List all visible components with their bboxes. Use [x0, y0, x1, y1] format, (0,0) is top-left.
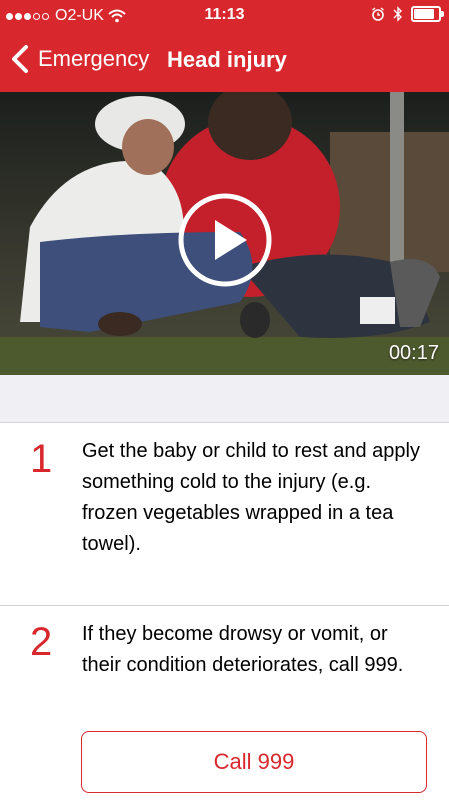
alarm-icon — [372, 7, 384, 21]
step-text: If they become drowsy or vomit, or their… — [82, 623, 404, 676]
navigation-bar: Emergency Head injury — [0, 30, 449, 92]
step-number: 1 — [30, 437, 53, 481]
step-1: 1 Get the baby or child to rest and appl… — [0, 423, 449, 605]
section-separator — [0, 375, 449, 423]
page-title: Head injury — [167, 47, 287, 72]
play-icon[interactable] — [177, 192, 273, 288]
back-button[interactable]: Emergency — [10, 44, 149, 74]
video-player[interactable]: 00:17 — [0, 92, 449, 375]
video-duration: 00:17 — [388, 342, 439, 364]
call-999-button[interactable]: Call 999 — [81, 731, 427, 793]
bluetooth-icon — [393, 6, 402, 22]
status-bar: O2-UK 11:13 — [0, 0, 449, 30]
step-text: Get the baby or child to rest and apply … — [82, 440, 420, 555]
chevron-left-icon — [12, 45, 28, 73]
step-number: 2 — [30, 620, 53, 664]
back-button-label: Emergency — [38, 46, 150, 71]
step-2: 2 If they become drowsy or vomit, or the… — [0, 606, 449, 726]
header: O2-UK 11:13 Emergency Head injury — [0, 0, 449, 92]
battery-icon — [411, 6, 444, 22]
